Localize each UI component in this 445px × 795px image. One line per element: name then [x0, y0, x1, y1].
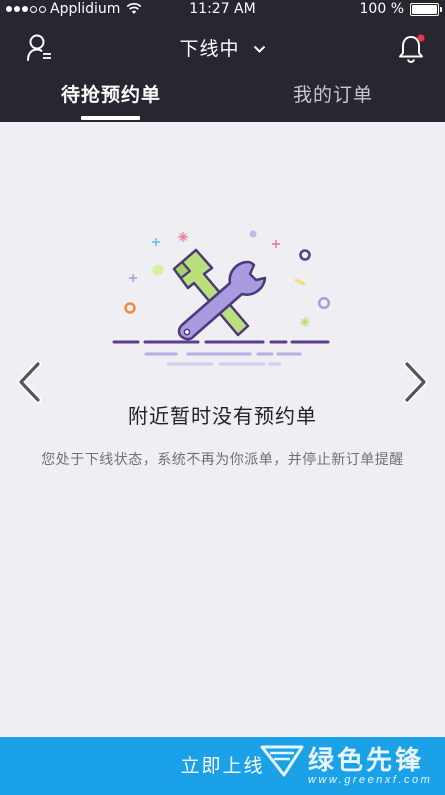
tab-bar: 待抢预约单 我的订单 — [0, 76, 445, 122]
tab-pending-reservations[interactable]: 待抢预约单 — [0, 80, 222, 107]
watermark-logo — [260, 745, 304, 777]
status-bar: Applidium 11:27 AM 100 % — [0, 0, 445, 20]
chevron-down-icon — [253, 45, 265, 53]
battery-percent: 100 % — [359, 1, 404, 17]
watermark: 绿色先锋 www.greenxf.com — [258, 741, 443, 795]
chevron-right-icon[interactable] — [401, 360, 431, 404]
ground-lines — [112, 340, 330, 366]
status-bar-right: 100 % — [359, 1, 442, 17]
bell-icon[interactable] — [397, 32, 427, 64]
hammer-wrench-icon — [112, 230, 330, 366]
online-status-dropdown[interactable]: 下线中 — [0, 34, 445, 61]
empty-state-description: 您处于下线状态，系统不再为你派单，并停止新订单提醒 — [41, 452, 404, 468]
tab-my-orders[interactable]: 我的订单 — [222, 80, 444, 107]
watermark-name: 绿色先锋 — [308, 745, 425, 775]
online-status-label: 下线中 — [179, 38, 240, 60]
empty-state-title: 附近暂时没有预约单 — [128, 404, 317, 428]
top-header: Applidium 11:27 AM 100 % 下线中 待抢预约单 我的订单 — [0, 0, 445, 122]
watermark-url: www.greenxf.com — [308, 774, 433, 786]
nav-bar: 下线中 — [0, 22, 445, 74]
battery-icon — [410, 2, 442, 16]
notification-badge — [417, 34, 425, 42]
active-tab-indicator — [81, 116, 140, 120]
chevron-left-icon[interactable] — [14, 360, 44, 404]
